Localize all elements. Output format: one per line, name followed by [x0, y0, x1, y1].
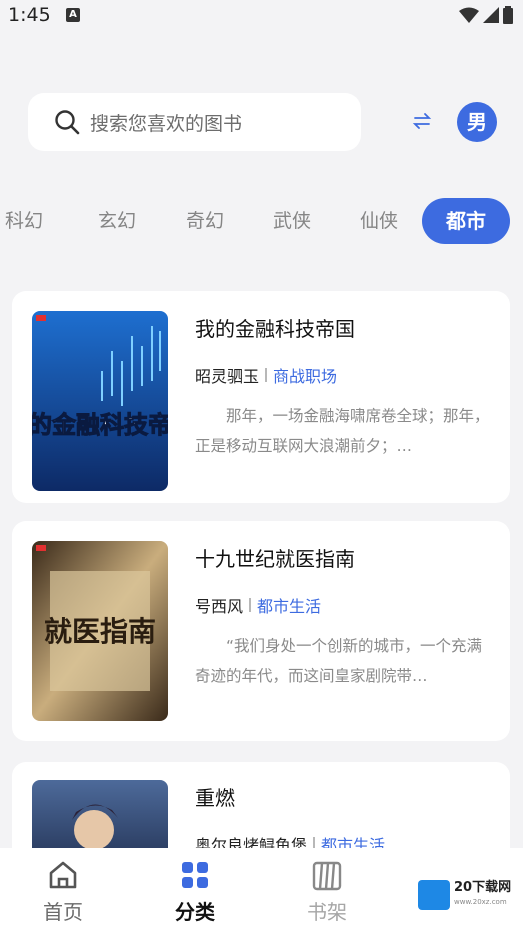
tab-wuxia[interactable]: 武侠 [267, 198, 317, 244]
search-placeholder: 搜索您喜欢的图书 [90, 112, 243, 135]
gender-toggle-button[interactable]: 男 [457, 102, 497, 142]
meta-divider [265, 368, 268, 382]
book-author: 号西风 [195, 597, 244, 616]
book-author: 昭灵驷玉 [195, 367, 260, 386]
signal-icon [483, 7, 499, 23]
status-bar: 1:45 A [0, 0, 523, 34]
nav-bookshelf-label: 书架 [307, 900, 347, 924]
tab-xianxia[interactable]: 仙侠 [354, 198, 404, 244]
nav-category[interactable]: 分类 [150, 858, 240, 925]
category-tabs: 科幻 玄幻 奇幻 武侠 仙侠 都市 [0, 198, 523, 248]
nav-home-label: 首页 [43, 900, 83, 924]
cover-title: 就医指南 [44, 615, 156, 648]
watermark: 20下载网 www.20xz.com [418, 880, 511, 910]
book-cover[interactable]: 就医指南 [32, 541, 168, 721]
status-indicators [459, 6, 513, 24]
status-time: 1:45 [8, 4, 51, 26]
category-grid-icon [182, 862, 208, 888]
swap-icon[interactable] [411, 110, 433, 132]
book-title[interactable]: 十九世纪就医指南 [195, 543, 355, 572]
book-genre[interactable]: 都市生活 [257, 593, 321, 617]
book-cover-art: 我的金融科技帝国 [32, 311, 168, 491]
tab-xuanhuan[interactable]: 玄幻 [92, 198, 142, 244]
nav-home[interactable]: 首页 [18, 858, 108, 925]
bookshelf-icon [312, 861, 342, 891]
tab-dushi[interactable]: 都市 [422, 198, 510, 244]
book-title[interactable]: 重燃 [195, 782, 235, 811]
watermark-text: 20下载网 www.20xz.com [454, 881, 511, 909]
meta-divider [249, 598, 252, 612]
tab-qihuan[interactable]: 奇幻 [180, 198, 230, 244]
notification-icon: A [66, 8, 80, 22]
watermark-logo-icon [418, 880, 450, 910]
search-icon [55, 110, 80, 135]
book-title[interactable]: 我的金融科技帝国 [195, 313, 355, 342]
book-cover[interactable]: 我的金融科技帝国 [32, 311, 168, 491]
watermark-brand: 20下载网 [454, 880, 512, 895]
nav-bookshelf[interactable]: 书架 [282, 858, 372, 925]
book-description: “我们身处一个创新的城市，一个充满奇迹的年代，而这间皇家剧院带… [195, 637, 483, 685]
nav-category-label: 分类 [175, 900, 215, 924]
book-meta: 昭灵驷玉 商战职场 [195, 363, 337, 387]
book-card[interactable]: 就医指南 十九世纪就医指南 号西风 都市生活 “我们身处一个创新的城市，一个充满… [12, 521, 510, 741]
book-cover-art: 就医指南 [32, 541, 168, 721]
search-input[interactable]: 搜索您喜欢的图书 [28, 93, 361, 151]
watermark-url: www.20xz.com [454, 898, 507, 906]
book-card[interactable]: 我的金融科技帝国 我的金融科技帝国 昭灵驷玉 商战职场 那年，一场金融海啸席卷全… [12, 291, 510, 503]
cover-title: 我的金融科技帝国 [32, 411, 168, 439]
book-genre[interactable]: 商战职场 [273, 363, 337, 387]
book-description: 那年，一场金融海啸席卷全球；那年，正是移动互联网大浪潮前夕；… [195, 407, 490, 455]
home-icon [49, 861, 77, 889]
book-meta: 号西风 都市生活 [195, 593, 321, 617]
wifi-icon [459, 7, 479, 23]
battery-icon [503, 6, 513, 24]
tab-scifi[interactable]: 科幻 [0, 198, 54, 244]
